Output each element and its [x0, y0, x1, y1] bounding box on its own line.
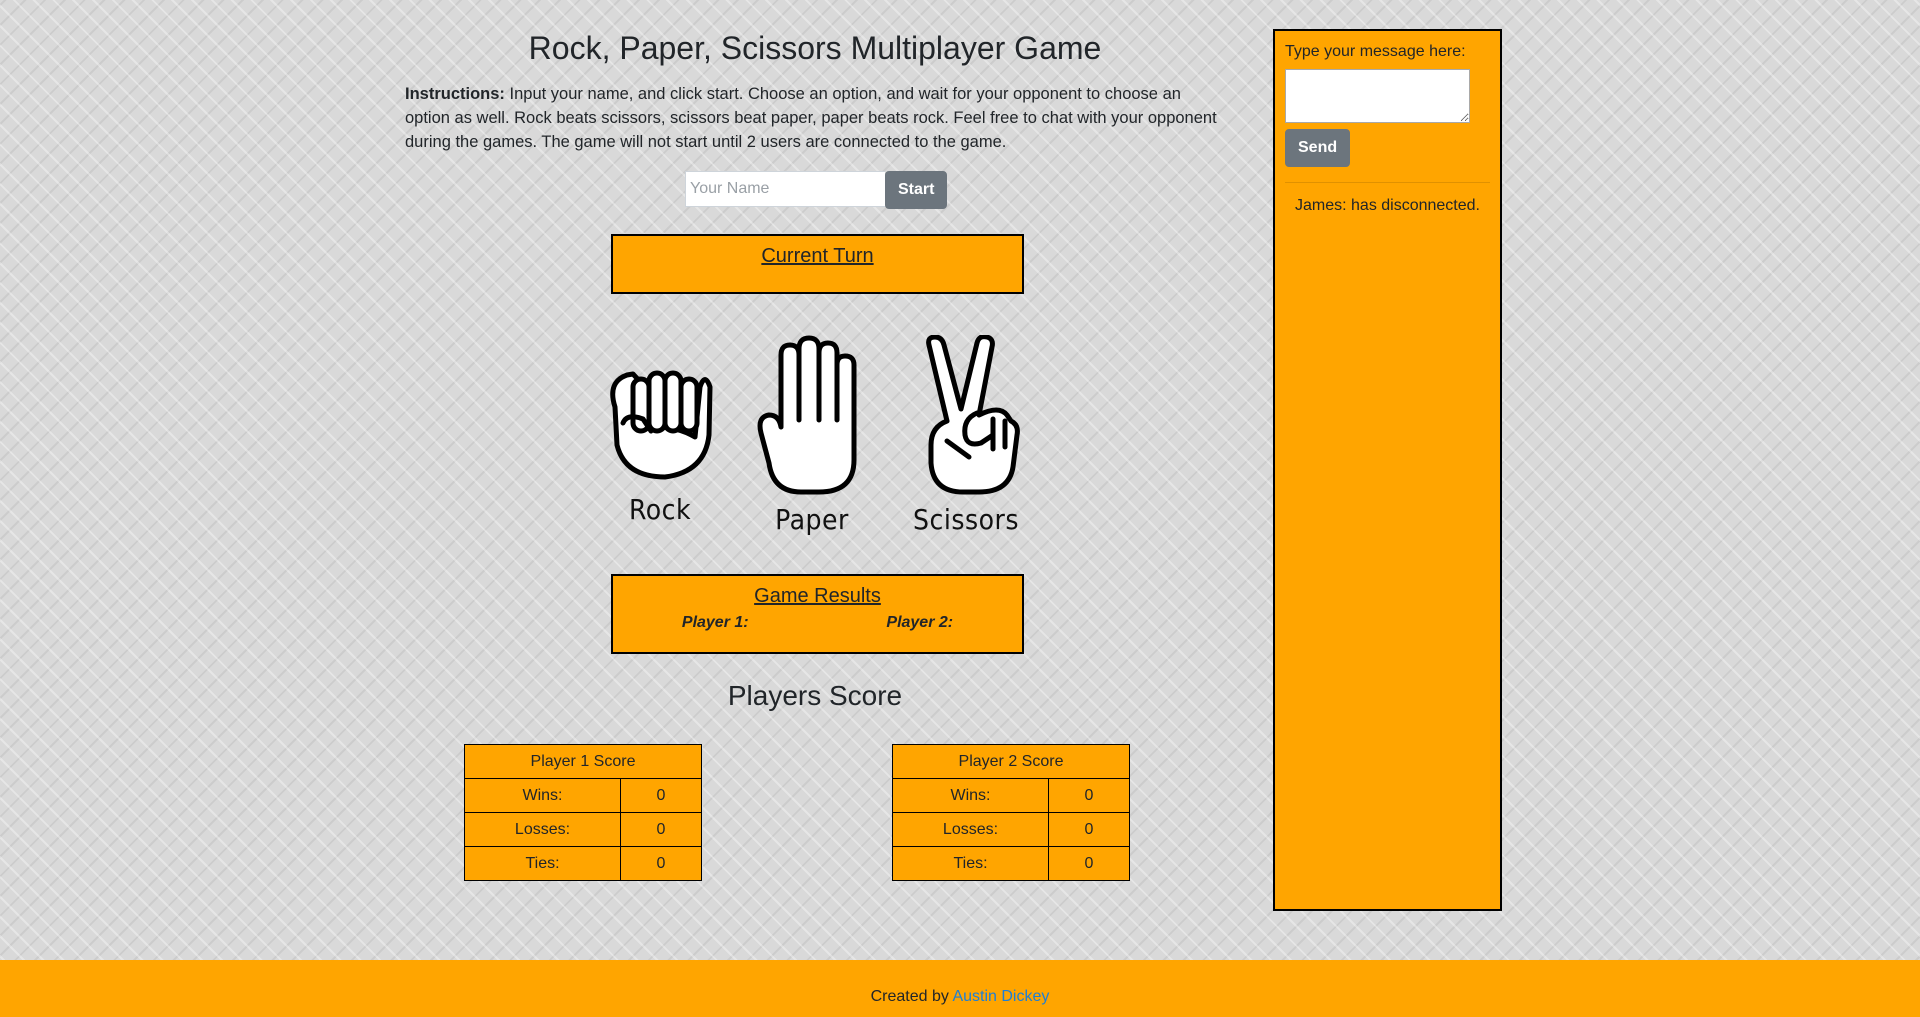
- footer: Created by Austin Dickey: [0, 960, 1920, 1017]
- author-link[interactable]: Austin Dickey: [952, 988, 1049, 1005]
- table-row: Wins: 0: [892, 778, 1130, 813]
- current-turn-box: Current Turn: [611, 234, 1024, 294]
- choice-scissors[interactable]: Scissors: [906, 335, 1026, 536]
- start-button[interactable]: Start: [885, 171, 948, 209]
- chat-message: James: has disconnected.: [1295, 197, 1480, 214]
- losses-label: Losses:: [464, 812, 621, 847]
- choice-paper[interactable]: Paper: [752, 335, 872, 536]
- player2-score-table: Player 2 Score Wins: 0 Losses: 0 Ties: 0: [892, 744, 1130, 881]
- chat-divider: [1285, 182, 1490, 183]
- wins-label: Wins:: [464, 778, 621, 813]
- table-row: Losses: 0: [892, 812, 1130, 847]
- current-turn-heading: Current Turn: [761, 245, 874, 267]
- chat-message-input[interactable]: [1285, 69, 1470, 123]
- instructions-text: Input your name, and click start. Choose…: [405, 85, 1217, 151]
- wins-value: 0: [620, 778, 702, 813]
- name-form: Start: [685, 171, 948, 209]
- table-row: Ties: 0: [464, 846, 702, 881]
- table-row: Losses: 0: [464, 812, 702, 847]
- player1-score-table: Player 1 Score Wins: 0 Losses: 0 Ties: 0: [464, 744, 702, 881]
- game-results-heading: Game Results: [754, 585, 881, 607]
- player2-result-label: Player 2:: [886, 614, 954, 631]
- choice-rock[interactable]: Rock: [600, 335, 720, 526]
- instructions: Instructions: Input your name, and click…: [405, 82, 1225, 154]
- ties-value: 0: [1048, 846, 1130, 881]
- scissors-hand-icon: [926, 335, 1020, 495]
- rock-label: Rock: [628, 493, 692, 526]
- ties-value: 0: [620, 846, 702, 881]
- ties-label: Ties:: [892, 846, 1049, 881]
- losses-label: Losses:: [892, 812, 1049, 847]
- table-row: Ties: 0: [892, 846, 1130, 881]
- losses-value: 0: [620, 812, 702, 847]
- footer-credit-text: Created by: [870, 988, 953, 1005]
- players-score-heading: Players Score: [727, 680, 903, 711]
- paper-hand-icon: [757, 335, 857, 495]
- send-button[interactable]: Send: [1285, 129, 1351, 167]
- paper-label: Paper: [775, 503, 849, 536]
- wins-value: 0: [1048, 778, 1130, 813]
- wins-label: Wins:: [892, 778, 1049, 813]
- player1-result-label: Player 1:: [681, 614, 749, 631]
- rock-hand-icon: [610, 370, 713, 480]
- instructions-label: Instructions:: [405, 85, 505, 103]
- losses-value: 0: [1048, 812, 1130, 847]
- game-results-players: Player 1: Player 2:: [613, 614, 1022, 632]
- name-input[interactable]: [685, 171, 885, 207]
- page-title: Rock, Paper, Scissors Multiplayer Game: [528, 30, 1102, 66]
- game-results-box: Game Results Player 1: Player 2:: [611, 574, 1024, 654]
- chat-label: Type your message here:: [1285, 43, 1466, 60]
- player1-score-title: Player 1 Score: [464, 744, 702, 779]
- table-row: Wins: 0: [464, 778, 702, 813]
- ties-label: Ties:: [464, 846, 621, 881]
- player2-score-title: Player 2 Score: [892, 744, 1130, 779]
- chat-panel: Type your message here: Send James: has …: [1273, 29, 1502, 911]
- scissors-label: Scissors: [913, 503, 1019, 536]
